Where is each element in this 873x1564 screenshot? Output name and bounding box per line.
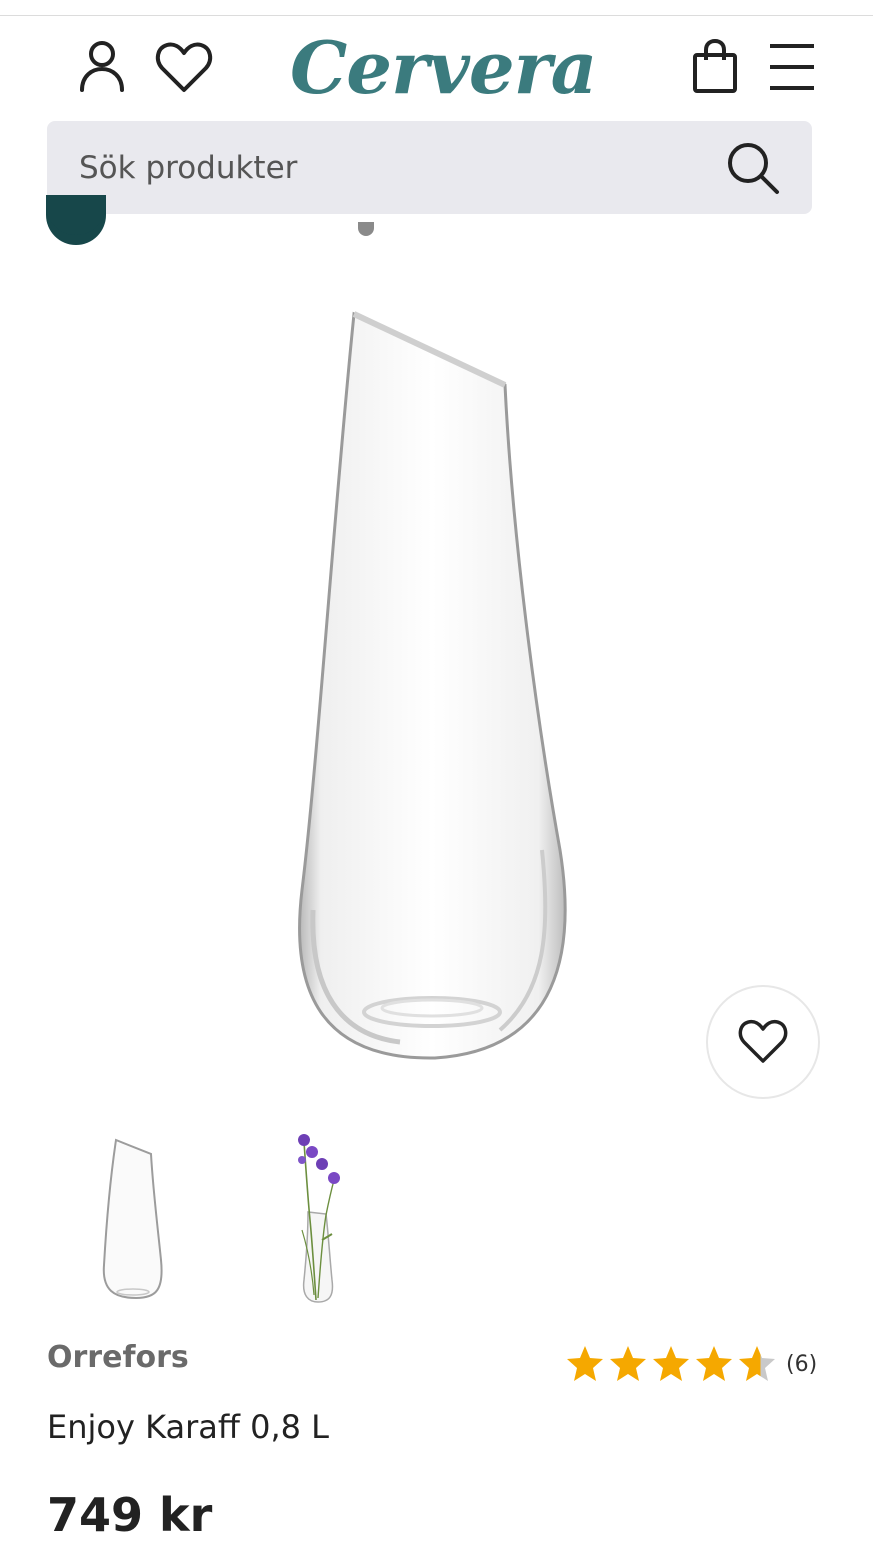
product-price: 749 kr — [47, 1488, 213, 1542]
star-icon — [567, 1346, 603, 1381]
hamburger-menu-icon — [770, 44, 814, 90]
heart-icon — [738, 1019, 788, 1063]
star-icon — [696, 1346, 732, 1381]
product-brand[interactable]: Orrefors — [47, 1340, 189, 1375]
product-name[interactable]: Enjoy Karaff 0,8 L — [47, 1408, 329, 1446]
star-icon — [610, 1346, 646, 1381]
product-rating[interactable]: (6) — [565, 1344, 817, 1384]
star-icon — [653, 1346, 689, 1381]
site-header: Cervera — [0, 16, 873, 116]
cart-button[interactable] — [688, 38, 742, 98]
rating-count[interactable]: (6) — [786, 1352, 817, 1377]
partially-hidden-badge — [46, 195, 106, 245]
heart-icon — [155, 42, 213, 92]
account-button[interactable] — [74, 38, 130, 98]
partially-hidden-element — [358, 222, 374, 236]
cervera-logo[interactable]: Cervera — [290, 20, 597, 116]
search-bar[interactable] — [47, 121, 812, 214]
add-to-wishlist-button[interactable] — [706, 985, 820, 1099]
carafe-with-flowers-thumbnail[interactable] — [242, 1120, 392, 1310]
star-half-icon — [739, 1346, 775, 1381]
carafe-thumbnail[interactable] — [56, 1120, 206, 1310]
product-image-carafe[interactable] — [250, 290, 620, 1080]
shopping-bag-icon — [693, 38, 737, 93]
menu-button[interactable] — [764, 38, 820, 98]
wishlist-button[interactable] — [152, 38, 216, 98]
user-icon — [80, 41, 124, 92]
search-icon[interactable] — [724, 139, 782, 197]
search-input[interactable] — [79, 121, 699, 214]
